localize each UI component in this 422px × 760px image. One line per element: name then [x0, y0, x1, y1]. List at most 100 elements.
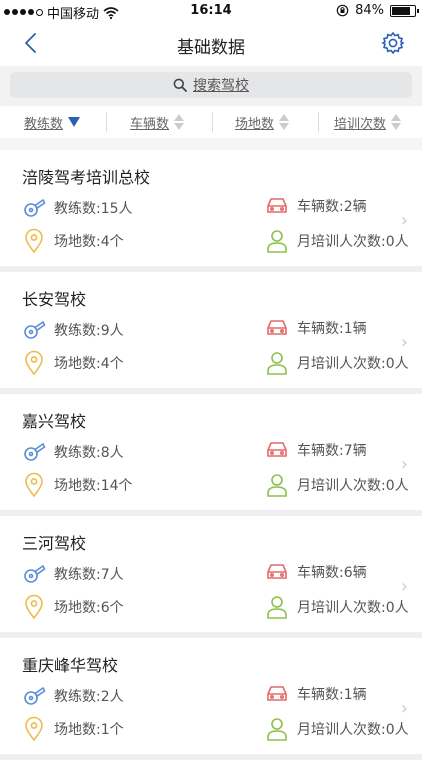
person-icon	[267, 596, 287, 619]
site-count-text: 场地数:14个	[54, 478, 133, 494]
site-count-text: 场地数:1个	[54, 722, 124, 738]
gear-icon[interactable]	[380, 30, 406, 56]
sort-descending-icon	[68, 117, 81, 127]
search-input[interactable]: 搜索驾校	[10, 72, 412, 98]
school-name: 重庆峰华驾校	[22, 656, 119, 675]
location-pin-icon	[25, 472, 43, 498]
school-name: 嘉兴驾校	[22, 412, 87, 431]
monthly-trainees: 月培训人次数:0人	[265, 350, 409, 376]
sort-arrows-icon	[174, 114, 185, 130]
location-pin-icon	[25, 594, 43, 620]
vehicle-count: 车辆数:7辆	[265, 440, 367, 460]
coach-count: 教练数:9人	[22, 318, 124, 342]
coach-count: 教练数:15人	[22, 196, 133, 220]
page-title: 基础数据	[177, 38, 245, 58]
school-card[interactable]: 长安驾校 教练数:9人 车辆数:1辆 场地数:4个 月培训人次数:0人 ›	[0, 272, 422, 394]
monthly-trainees: 月培训人次数:0人	[265, 716, 409, 742]
coach-count-text: 教练数:7人	[54, 567, 124, 583]
whistle-icon	[24, 564, 46, 583]
divider	[212, 112, 213, 132]
coach-count: 教练数:8人	[22, 440, 124, 464]
car-icon	[267, 686, 287, 701]
monthly-trainees-text: 月培训人次数:0人	[297, 600, 409, 616]
sort-arrows-icon	[391, 114, 402, 130]
search-icon	[173, 78, 187, 92]
whistle-icon	[24, 198, 46, 217]
whistle-icon	[24, 686, 46, 705]
vehicle-count-text: 车辆数:2辆	[297, 199, 367, 215]
vehicle-count: 车辆数:2辆	[265, 196, 367, 216]
monthly-trainees-text: 月培训人次数:0人	[297, 234, 409, 250]
sort-by-trainings[interactable]: 培训次数	[334, 106, 402, 138]
location-pin-icon	[25, 228, 43, 254]
vehicle-count-text: 车辆数:1辆	[297, 687, 367, 703]
sort-by-sites[interactable]: 场地数	[235, 106, 290, 138]
divider	[106, 112, 107, 132]
coach-count-text: 教练数:15人	[54, 201, 133, 217]
sort-label: 车辆数	[130, 116, 170, 132]
sort-label: 教练数	[24, 116, 64, 132]
sort-by-vehicles[interactable]: 车辆数	[130, 106, 185, 138]
site-count-text: 场地数:4个	[54, 234, 124, 250]
location-pin-icon	[25, 350, 43, 376]
school-card[interactable]: 涪陵驾考培训总校 教练数:15人 车辆数:2辆 场地数:4个 月培训人次数:0人…	[0, 150, 422, 272]
coach-count-text: 教练数:8人	[54, 445, 124, 461]
chevron-right-icon: ›	[400, 576, 408, 597]
status-bar: 中国移动 16:14 84%	[0, 0, 422, 22]
car-icon	[267, 198, 287, 213]
school-name: 长安驾校	[22, 290, 87, 309]
whistle-icon	[24, 442, 46, 461]
chevron-right-icon: ›	[400, 698, 408, 719]
search-area: 搜索驾校	[0, 66, 422, 106]
chevron-right-icon: ›	[400, 210, 408, 231]
monthly-trainees: 月培训人次数:0人	[265, 472, 409, 498]
monthly-trainees-text: 月培训人次数:0人	[297, 478, 409, 494]
vehicle-count: 车辆数:1辆	[265, 318, 367, 338]
sort-bar: 教练数 车辆数 场地数 培训次数	[0, 106, 422, 139]
school-name: 涪陵驾考培训总校	[22, 168, 151, 187]
site-count: 场地数:6个	[22, 594, 124, 620]
coach-count: 教练数:7人	[22, 562, 124, 586]
school-card[interactable]: 三河驾校 教练数:7人 车辆数:6辆 场地数:6个 月培训人次数:0人 ›	[0, 516, 422, 638]
vehicle-count-text: 车辆数:1辆	[297, 321, 367, 337]
chevron-right-icon: ›	[400, 332, 408, 353]
school-list: 涪陵驾考培训总校 教练数:15人 车辆数:2辆 场地数:4个 月培训人次数:0人…	[0, 150, 422, 760]
car-icon	[267, 320, 287, 335]
school-card[interactable]: 重庆峰华驾校 教练数:2人 车辆数:1辆 场地数:1个 月培训人次数:0人 ›	[0, 638, 422, 760]
vehicle-count: 车辆数:6辆	[265, 562, 367, 582]
site-count: 场地数:4个	[22, 228, 124, 254]
coach-count-text: 教练数:2人	[54, 689, 124, 705]
orientation-lock-icon	[336, 4, 349, 17]
person-icon	[267, 474, 287, 497]
sort-label: 场地数	[235, 116, 275, 132]
site-count: 场地数:4个	[22, 350, 124, 376]
site-count-text: 场地数:6个	[54, 600, 124, 616]
sort-label: 培训次数	[334, 116, 387, 132]
monthly-trainees: 月培训人次数:0人	[265, 228, 409, 254]
whistle-icon	[24, 320, 46, 339]
car-icon	[267, 564, 287, 579]
vehicle-count-text: 车辆数:7辆	[297, 443, 367, 459]
site-count-text: 场地数:4个	[54, 356, 124, 372]
coach-count: 教练数:2人	[22, 684, 124, 708]
coach-count-text: 教练数:9人	[54, 323, 124, 339]
site-count: 场地数:1个	[22, 716, 124, 742]
navigation-bar: 基础数据	[0, 22, 422, 66]
monthly-trainees-text: 月培训人次数:0人	[297, 722, 409, 738]
vehicle-count-text: 车辆数:6辆	[297, 565, 367, 581]
vehicle-count: 车辆数:1辆	[265, 684, 367, 704]
site-count: 场地数:14个	[22, 472, 133, 498]
chevron-right-icon: ›	[400, 454, 408, 475]
school-card[interactable]: 嘉兴驾校 教练数:8人 车辆数:7辆 场地数:14个 月培训人次数:0人 ›	[0, 394, 422, 516]
battery-level-fill	[392, 6, 410, 15]
person-icon	[267, 352, 287, 375]
person-icon	[267, 718, 287, 741]
sort-arrows-icon	[279, 114, 290, 130]
person-icon	[267, 230, 287, 253]
battery-icon	[390, 4, 419, 17]
battery-percent: 84%	[355, 3, 384, 18]
sort-by-coaches[interactable]: 教练数	[24, 106, 81, 138]
car-icon	[267, 442, 287, 457]
location-pin-icon	[25, 716, 43, 742]
monthly-trainees: 月培训人次数:0人	[265, 594, 409, 620]
